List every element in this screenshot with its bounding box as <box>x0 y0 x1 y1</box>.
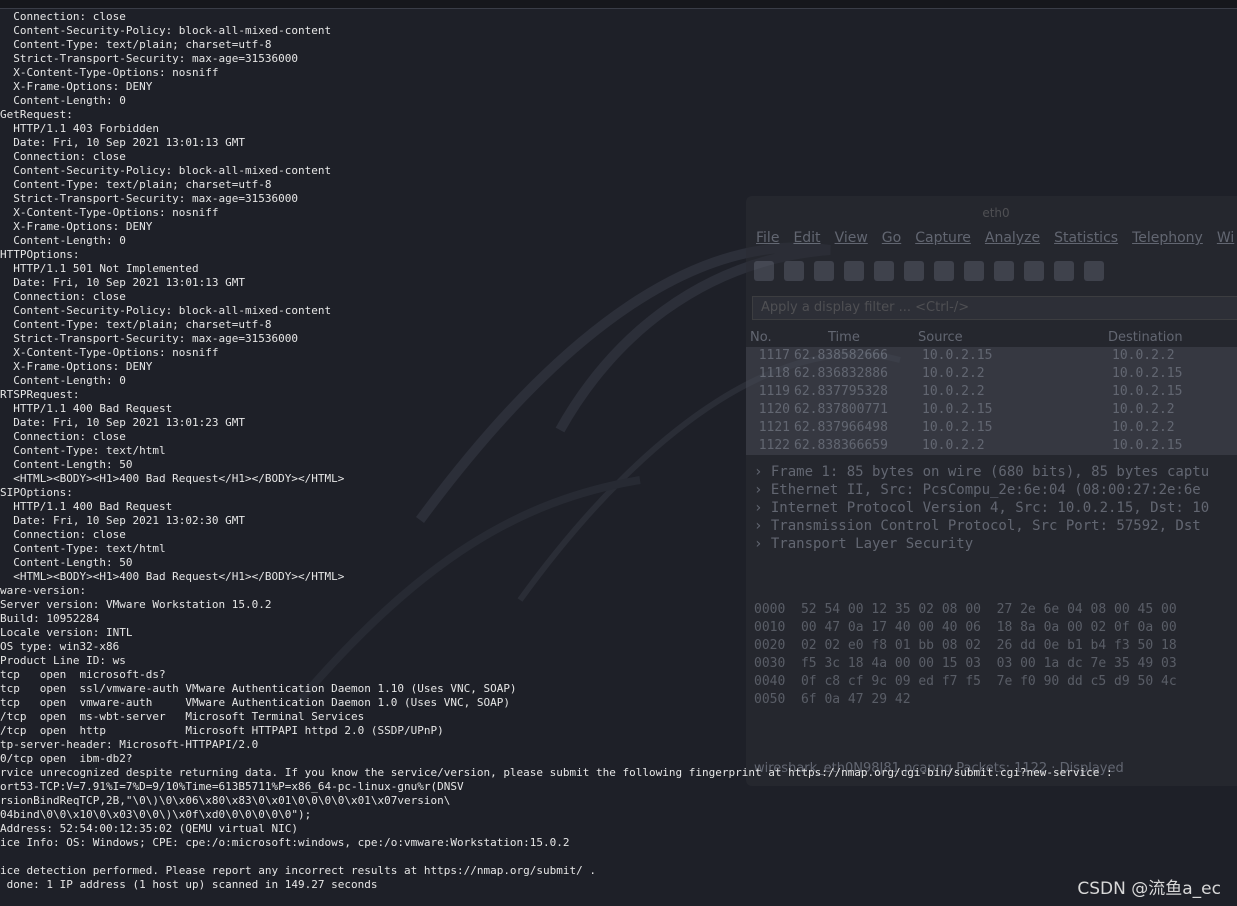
terminal-line: tcp open ssl/vmware-auth VMware Authenti… <box>0 682 517 695</box>
terminal-line: OS type: win32-x86 <box>0 640 120 653</box>
terminal-line: Content-Type: text/plain; charset=utf-8 <box>0 178 272 191</box>
terminal-line: HTTP/1.1 400 Bad Request <box>0 402 173 415</box>
terminal-top-bar <box>0 0 1237 9</box>
terminal-line: Content-Length: 0 <box>0 94 126 107</box>
terminal-line: HTTP/1.1 501 Not Implemented <box>0 262 199 275</box>
terminal-line: Connection: close <box>0 10 126 23</box>
terminal-line: HTTPOptions: <box>0 248 80 261</box>
terminal-line: Content-Security-Policy: block-all-mixed… <box>0 24 332 37</box>
terminal-line: <HTML><BODY><H1>400 Bad Request</H1></BO… <box>0 472 345 485</box>
terminal-line: Content-Length: 50 <box>0 556 133 569</box>
terminal-line: done: 1 IP address (1 host up) scanned i… <box>0 878 378 891</box>
terminal-line: /tcp open ms-wbt-server Microsoft Termin… <box>0 710 365 723</box>
terminal-line: Content-Length: 0 <box>0 234 126 247</box>
terminal-line: Content-Type: text/html <box>0 444 166 457</box>
terminal-line: HTTP/1.1 403 Forbidden <box>0 122 159 135</box>
terminal-line: X-Frame-Options: DENY <box>0 80 153 93</box>
terminal-line: tp-server-header: Microsoft-HTTPAPI/2.0 <box>0 738 259 751</box>
terminal-line: Build: 10952284 <box>0 612 100 625</box>
terminal-line: Date: Fri, 10 Sep 2021 13:01:13 GMT <box>0 136 246 149</box>
terminal-line: 04bind\0\0\x10\0\x03\0\0\)\x0f\xd0\0\0\0… <box>0 808 312 821</box>
terminal-line: Connection: close <box>0 290 126 303</box>
terminal-line: X-Content-Type-Options: nosniff <box>0 206 219 219</box>
terminal-line: Server version: VMware Workstation 15.0.… <box>0 598 272 611</box>
terminal-line: tcp open vmware-auth VMware Authenticati… <box>0 696 510 709</box>
terminal-line: Content-Type: text/html <box>0 542 166 555</box>
terminal-line: Product Line ID: ws <box>0 654 126 667</box>
terminal-line: Strict-Transport-Security: max-age=31536… <box>0 52 299 65</box>
terminal-line: Connection: close <box>0 430 126 443</box>
terminal-line: Locale version: INTL <box>0 626 133 639</box>
terminal-line: Address: 52:54:00:12:35:02 (QEMU virtual… <box>0 822 299 835</box>
terminal-line: Content-Length: 50 <box>0 458 133 471</box>
terminal-line: X-Frame-Options: DENY <box>0 220 153 233</box>
terminal-line: Content-Type: text/plain; charset=utf-8 <box>0 318 272 331</box>
terminal-line: Strict-Transport-Security: max-age=31536… <box>0 192 299 205</box>
terminal-line: RTSPRequest: <box>0 388 80 401</box>
terminal-line: Strict-Transport-Security: max-age=31536… <box>0 332 299 345</box>
terminal-line: /tcp open http Microsoft HTTPAPI httpd 2… <box>0 724 444 737</box>
terminal-line: Date: Fri, 10 Sep 2021 13:01:23 GMT <box>0 416 246 429</box>
terminal-line: Content-Length: 0 <box>0 374 126 387</box>
terminal-output[interactable]: Connection: close Content-Security-Polic… <box>0 10 1237 900</box>
terminal-line: Connection: close <box>0 528 126 541</box>
terminal-line: ice detection performed. Please report a… <box>0 864 597 877</box>
terminal-line: 0/tcp open ibm-db2? <box>0 752 133 765</box>
terminal-line: Content-Security-Policy: block-all-mixed… <box>0 304 332 317</box>
csdn-watermark: CSDN @流鱼a_ec <box>1077 879 1221 899</box>
terminal-line: X-Content-Type-Options: nosniff <box>0 66 219 79</box>
terminal-line: rvice unrecognized despite returning dat… <box>0 766 1113 779</box>
terminal-line: GetRequest: <box>0 108 73 121</box>
terminal-line: ice Info: OS: Windows; CPE: cpe:/o:micro… <box>0 836 570 849</box>
terminal-line: ort53-TCP:V=7.91%I=7%D=9/10%Time=613B571… <box>0 780 464 793</box>
terminal-line: Date: Fri, 10 Sep 2021 13:02:30 GMT <box>0 514 246 527</box>
terminal-line: rsionBindReqTCP,2B,"\0\)\0\x06\x80\x83\0… <box>0 794 451 807</box>
terminal-line: Content-Security-Policy: block-all-mixed… <box>0 164 332 177</box>
terminal-line: ware-version: <box>0 584 87 597</box>
terminal-line: tcp open microsoft-ds? <box>0 668 166 681</box>
terminal-line: Connection: close <box>0 150 126 163</box>
terminal-line: HTTP/1.1 400 Bad Request <box>0 500 173 513</box>
terminal-line: Content-Type: text/plain; charset=utf-8 <box>0 38 272 51</box>
terminal-line: Date: Fri, 10 Sep 2021 13:01:13 GMT <box>0 276 246 289</box>
terminal-line: SIPOptions: <box>0 486 73 499</box>
terminal-line: X-Content-Type-Options: nosniff <box>0 346 219 359</box>
terminal-line: X-Frame-Options: DENY <box>0 360 153 373</box>
terminal-line: <HTML><BODY><H1>400 Bad Request</H1></BO… <box>0 570 345 583</box>
